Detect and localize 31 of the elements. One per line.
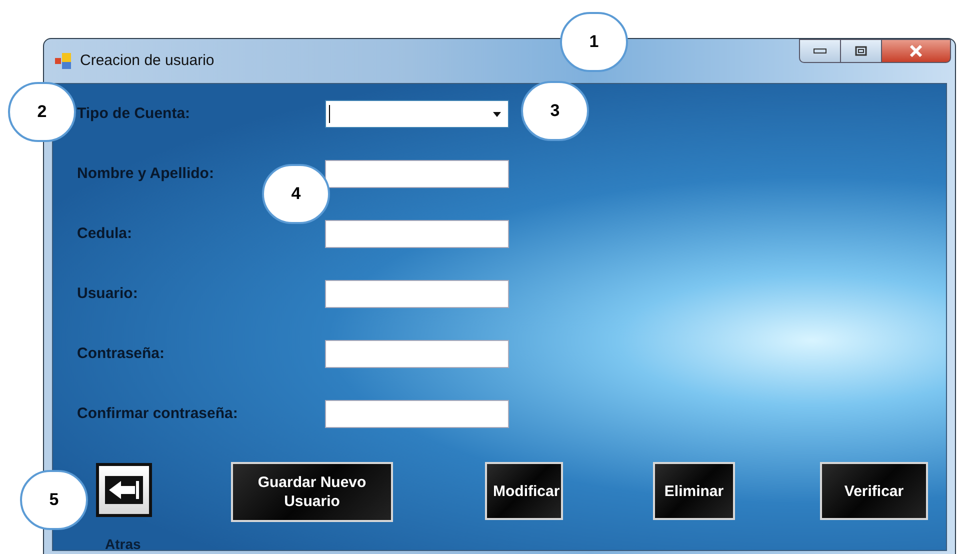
field-label: Usuario: bbox=[77, 284, 139, 304]
field-label: Confirmar contraseña: bbox=[77, 404, 239, 424]
input-field[interactable] bbox=[325, 280, 509, 308]
field-label: Contraseña: bbox=[77, 344, 166, 364]
close-icon bbox=[909, 45, 923, 57]
action-button[interactable]: Verificar bbox=[820, 462, 928, 520]
field-label: Cedula: bbox=[77, 224, 134, 244]
callout-number: 2 bbox=[8, 82, 76, 142]
minimize-button[interactable] bbox=[799, 39, 841, 63]
text-cursor bbox=[329, 105, 330, 123]
input-field[interactable] bbox=[325, 160, 509, 188]
action-button[interactable]: Modificar bbox=[485, 462, 563, 520]
caret-icon bbox=[493, 112, 501, 116]
account-type-dropdown[interactable] bbox=[325, 100, 509, 128]
maximize-button[interactable] bbox=[841, 39, 881, 63]
maximize-icon bbox=[855, 46, 867, 56]
minimize-icon bbox=[813, 48, 827, 54]
window-title: Creacion de usuario bbox=[80, 50, 214, 71]
action-button[interactable]: Eliminar bbox=[653, 462, 735, 520]
action-button[interactable]: Guardar Nuevo Usuario bbox=[231, 462, 393, 522]
field-label: Tipo de Cuenta: bbox=[77, 104, 192, 124]
callout-number: 1 bbox=[560, 12, 628, 72]
back-button[interactable] bbox=[96, 463, 152, 517]
close-button[interactable] bbox=[881, 39, 951, 63]
callout-number: 5 bbox=[20, 470, 88, 530]
back-label: Atras bbox=[105, 535, 141, 550]
input-field[interactable] bbox=[325, 400, 509, 428]
field-label: Nombre y Apellido: bbox=[77, 164, 215, 184]
input-field[interactable] bbox=[325, 340, 509, 368]
input-field[interactable] bbox=[325, 220, 509, 248]
app-icon bbox=[54, 52, 72, 70]
